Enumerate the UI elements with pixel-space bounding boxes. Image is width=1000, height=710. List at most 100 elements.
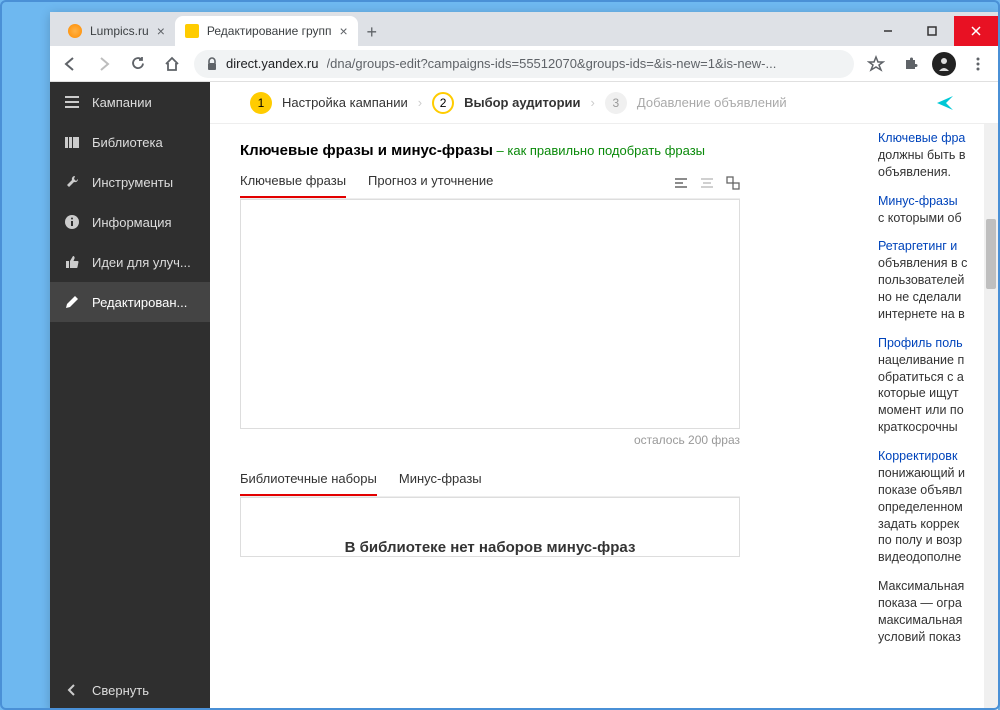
pencil-icon	[64, 294, 80, 310]
section-heading: Ключевые фразы и минус-фразы	[240, 142, 493, 159]
menu-icon	[64, 95, 80, 109]
library-icon	[64, 135, 80, 149]
step-3-number: 3	[605, 92, 627, 114]
bookmark-button[interactable]	[864, 52, 888, 76]
maximize-button[interactable]	[910, 16, 954, 46]
page-content: Кампании Библиотека Инструменты Информац…	[50, 82, 998, 710]
align-left-icon[interactable]	[674, 177, 688, 189]
help-column: Ключевые фрадолжны быть вобъявления. Мин…	[874, 124, 984, 710]
arrow-right-icon	[95, 55, 113, 73]
form-body: Ключевые фразы и минус-фразы – как прави…	[210, 124, 998, 710]
help-link-profile[interactable]: Профиль поль	[878, 336, 963, 350]
help-link-keywords[interactable]: Ключевые фра	[878, 131, 965, 145]
url-path: /dna/groups-edit?campaigns-ids=55512070&…	[327, 56, 777, 71]
sidebar-item-library[interactable]: Библиотека	[50, 122, 210, 162]
step-2-number[interactable]: 2	[432, 92, 454, 114]
address-bar: direct.yandex.ru/dna/groups-edit?campaig…	[50, 46, 998, 82]
tab-title: Lumpics.ru	[90, 24, 149, 38]
step-bar: 1 Настройка кампании › 2 Выбор аудитории…	[210, 82, 998, 124]
puzzle-icon	[902, 56, 918, 72]
lock-icon	[206, 57, 218, 71]
sidebar-item-tools[interactable]: Инструменты	[50, 162, 210, 202]
home-icon	[163, 55, 181, 73]
expand-icon[interactable]	[726, 176, 740, 190]
sidebar-collapse[interactable]: Свернуть	[50, 670, 210, 710]
browser-tab-yandex[interactable]: Редактирование групп ×	[175, 16, 358, 46]
step-3-label: Добавление объявлений	[637, 95, 787, 110]
browser-tab-lumpics[interactable]: Lumpics.ru ×	[58, 16, 175, 46]
sidebar-label: Инструменты	[92, 175, 173, 190]
tab-library-sets[interactable]: Библиотечные наборы	[240, 471, 377, 496]
forward-button[interactable]	[92, 52, 116, 76]
tabs-keywords: Ключевые фразы Прогноз и уточнение	[240, 173, 740, 199]
menu-button[interactable]	[966, 52, 990, 76]
thumbs-up-icon	[64, 254, 80, 270]
close-icon	[971, 26, 981, 36]
form-area: Ключевые фразы и минус-фразы – как прави…	[210, 124, 874, 710]
close-tab-icon[interactable]: ×	[340, 23, 348, 39]
reload-button[interactable]	[126, 52, 150, 76]
tab-key-phrases[interactable]: Ключевые фразы	[240, 173, 346, 198]
url-host: direct.yandex.ru	[226, 56, 319, 71]
tabs-library: Библиотечные наборы Минус-фразы	[240, 471, 740, 497]
main-area: 1 Настройка кампании › 2 Выбор аудитории…	[210, 82, 998, 710]
tab-forecast[interactable]: Прогноз и уточнение	[368, 173, 493, 198]
scroll-thumb[interactable]	[986, 219, 996, 289]
step-1-number[interactable]: 1	[250, 92, 272, 114]
align-center-icon[interactable]	[700, 177, 714, 189]
browser-window: Lumpics.ru × Редактирование групп × +	[50, 12, 998, 710]
new-tab-button[interactable]: +	[358, 18, 386, 46]
maximize-icon	[927, 26, 937, 36]
info-icon	[64, 214, 80, 230]
url-field[interactable]: direct.yandex.ru/dna/groups-edit?campaig…	[194, 50, 854, 78]
close-tab-icon[interactable]: ×	[157, 23, 165, 39]
send-button[interactable]	[932, 90, 958, 116]
extensions-button[interactable]	[898, 52, 922, 76]
chevron-left-icon	[64, 683, 80, 697]
reload-icon	[130, 55, 147, 72]
sidebar-label: Кампании	[92, 95, 152, 110]
chevron-right-icon: ›	[418, 95, 422, 110]
minimize-button[interactable]	[866, 16, 910, 46]
close-window-button[interactable]	[954, 16, 998, 46]
keywords-textarea[interactable]	[240, 199, 740, 429]
favicon-icon	[68, 24, 82, 38]
sidebar-item-edit[interactable]: Редактирован...	[50, 282, 210, 322]
sidebar-item-ideas[interactable]: Идеи для улуч...	[50, 242, 210, 282]
tab-bar: Lumpics.ru × Редактирование групп × +	[50, 12, 998, 46]
profile-avatar[interactable]	[932, 52, 956, 76]
scrollbar[interactable]	[984, 124, 998, 710]
sidebar: Кампании Библиотека Инструменты Информац…	[50, 82, 210, 710]
tab-minus-phrases[interactable]: Минус-фразы	[399, 471, 482, 496]
sidebar-label: Свернуть	[92, 683, 149, 698]
favicon-icon	[185, 24, 199, 38]
textarea-toolbar	[674, 173, 740, 198]
sidebar-item-info[interactable]: Информация	[50, 202, 210, 242]
step-1-label[interactable]: Настройка кампании	[282, 95, 408, 110]
sidebar-item-campaigns[interactable]: Кампании	[50, 82, 210, 122]
step-2-label[interactable]: Выбор аудитории	[464, 95, 580, 110]
star-icon	[867, 55, 885, 73]
help-link-adjustments[interactable]: Корректировк	[878, 449, 957, 463]
send-icon	[934, 92, 956, 114]
help-link-minus[interactable]: Минус-фразы	[878, 194, 958, 208]
sidebar-label: Информация	[92, 215, 172, 230]
help-link-retargeting[interactable]: Ретаргетинг и	[878, 239, 957, 253]
sidebar-label: Идеи для улуч...	[92, 255, 191, 270]
wrench-icon	[64, 174, 80, 190]
remaining-counter: осталось 200 фраз	[240, 433, 740, 447]
back-button[interactable]	[58, 52, 82, 76]
chevron-right-icon: ›	[591, 95, 595, 110]
avatar-icon	[936, 56, 952, 72]
minimize-icon	[883, 26, 893, 36]
heading-help-link[interactable]: – как правильно подобрать фразы	[497, 143, 705, 158]
sidebar-label: Библиотека	[92, 135, 163, 150]
sidebar-label: Редактирован...	[92, 295, 187, 310]
library-empty-text: В библиотеке нет наборов минус-фраз	[345, 539, 636, 556]
tab-title: Редактирование групп	[207, 24, 332, 38]
arrow-left-icon	[61, 55, 79, 73]
window-controls	[866, 16, 998, 46]
kebab-icon	[970, 56, 986, 72]
home-button[interactable]	[160, 52, 184, 76]
library-empty-box: В библиотеке нет наборов минус-фраз	[240, 497, 740, 557]
